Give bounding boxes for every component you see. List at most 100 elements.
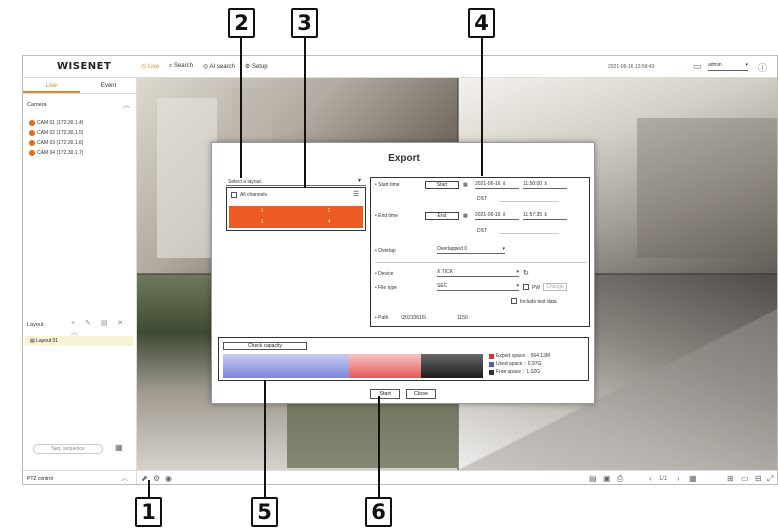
layout-grid-icon[interactable]: ▦ bbox=[689, 474, 697, 483]
chevron-down-icon: ▾ bbox=[516, 269, 519, 275]
capacity-section: Check capacity Export space : 564.13M Us… bbox=[218, 337, 589, 381]
callout-line-3 bbox=[304, 38, 306, 188]
callout-6: 6 bbox=[365, 497, 392, 527]
start-dst-field[interactable] bbox=[499, 194, 559, 202]
refresh-icon[interactable]: ↻ bbox=[523, 269, 529, 277]
device-label: • Device bbox=[375, 271, 394, 277]
quad-view-icon[interactable]: ⊟ bbox=[755, 474, 762, 483]
callout-line-6 bbox=[378, 396, 380, 497]
export-icon[interactable]: ⬈ bbox=[141, 474, 148, 483]
start-time-field[interactable]: 11:50:00 ⇕ bbox=[523, 181, 567, 189]
free-space-legend: Free space : 1.02G bbox=[489, 369, 540, 375]
top-menu: ◷ Live ⌕ Search ◎ AI search ⚙ Setup bbox=[141, 63, 268, 70]
start-dst-label: DST bbox=[477, 196, 487, 202]
page-indicator: 1/1 bbox=[659, 476, 668, 482]
legend-value: 0.97G bbox=[527, 361, 542, 367]
channel-cell[interactable]: 1 bbox=[229, 206, 295, 216]
end-time-field[interactable]: 11:57:35 ⇕ bbox=[523, 212, 567, 220]
callout-5: 5 bbox=[251, 497, 278, 527]
channel-selector: All channels ☰ 1 2 3 4 bbox=[226, 187, 366, 231]
include-text-data-checkbox[interactable] bbox=[511, 298, 517, 304]
camera-item[interactable]: CAM 03 (172.30.1.6) bbox=[29, 138, 83, 148]
chevron-down-icon: ▾ bbox=[745, 62, 748, 68]
legend-swatch bbox=[489, 369, 494, 375]
channel-cell[interactable]: 3 bbox=[229, 217, 295, 227]
bottom-toolbar: ⬈ ⚙ ◉ ▤ ▣ ⎙ ‹ 1/1 › ▦ ⊞ ▭ ⊟ ⤢ bbox=[137, 470, 777, 484]
close-button[interactable]: Close bbox=[406, 389, 436, 399]
end-dst-field[interactable] bbox=[499, 226, 559, 234]
layout-item[interactable]: ▤ Layout 01 bbox=[25, 336, 133, 346]
start-time-button[interactable]: Start bbox=[425, 181, 459, 189]
chevron-down-icon: ▾ bbox=[502, 246, 505, 252]
callout-line-4 bbox=[481, 38, 483, 176]
print-icon[interactable]: ⎙ bbox=[617, 474, 623, 484]
menu-live[interactable]: ◷ Live bbox=[141, 63, 159, 70]
start-date-field[interactable]: 2021-06-16 ⇕ bbox=[475, 181, 519, 189]
used-space-bar bbox=[223, 354, 349, 378]
menu-ai-search[interactable]: ◎ AI search bbox=[203, 63, 235, 70]
legend-label: Used space bbox=[496, 361, 523, 367]
camera-item[interactable]: CAM 04 (172.30.1.7) bbox=[29, 148, 83, 158]
monitor-icon[interactable]: ▭ bbox=[693, 61, 702, 72]
password-checkbox[interactable] bbox=[523, 284, 529, 290]
export-options-panel: • Start time Start ▦ 2021-06-16 ⇕ 11:50:… bbox=[370, 177, 590, 327]
start-export-button[interactable]: Start bbox=[370, 389, 400, 399]
layout-tool-icons[interactable]: + ✎ ▤ ✕ ︿ bbox=[71, 319, 136, 337]
all-channels-checkbox[interactable] bbox=[231, 192, 237, 198]
ptz-control-bar[interactable]: PTZ control ︿ bbox=[23, 470, 137, 484]
menu-icon[interactable]: ☰ bbox=[353, 190, 359, 198]
capture-icon[interactable]: ▣ bbox=[603, 474, 611, 483]
record-icon[interactable]: ◉ bbox=[165, 474, 172, 483]
tab-event[interactable]: Event bbox=[80, 78, 137, 93]
menu-search[interactable]: ⌕ Search bbox=[169, 63, 193, 70]
divider bbox=[375, 262, 587, 263]
export-space-bar bbox=[349, 354, 421, 378]
menu-setup-label: Setup bbox=[251, 64, 268, 70]
check-capacity-button[interactable]: Check capacity bbox=[223, 342, 307, 350]
callout-3: 3 bbox=[291, 8, 318, 38]
overlap-dropdown[interactable]: Overlapped 0 ▾ bbox=[437, 246, 505, 254]
end-dst-label: DST bbox=[477, 228, 487, 234]
end-date-field[interactable]: 2021-06-16 ⇕ bbox=[475, 212, 519, 220]
sequence-settings-icon[interactable]: ▦ bbox=[115, 443, 123, 452]
file-type-dropdown[interactable]: SEC ▾ bbox=[437, 283, 519, 291]
sidebar-tabs: Live Event bbox=[23, 78, 137, 94]
menu-ai-search-label: AI search bbox=[209, 64, 235, 70]
calendar-icon[interactable]: ▦ bbox=[463, 182, 468, 188]
tab-live[interactable]: Live bbox=[23, 78, 80, 93]
fullscreen-icon[interactable]: ⤢ bbox=[767, 474, 773, 484]
change-password-button[interactable]: Change bbox=[543, 283, 567, 291]
device-dropdown[interactable]: X TICK ▾ bbox=[437, 269, 519, 277]
top-bar: WISENET ◷ Live ⌕ Search ◎ AI search ⚙ Se… bbox=[23, 56, 777, 78]
export-dialog: Export Select a layout. ▾ All channels ☰… bbox=[211, 142, 595, 404]
channel-cell[interactable]: 2 bbox=[296, 206, 362, 216]
camera-item[interactable]: CAM 02 (172.30.1.5) bbox=[29, 128, 83, 138]
used-space-legend: Used space : 0.97G bbox=[489, 361, 541, 367]
channel-grid: 1 2 3 4 bbox=[229, 206, 363, 228]
layout-dropdown-icon[interactable]: ▾ bbox=[358, 177, 361, 184]
help-icon[interactable]: ⓘ bbox=[758, 61, 767, 74]
single-view-icon[interactable]: ▭ bbox=[741, 474, 749, 483]
calendar-icon[interactable]: ▦ bbox=[463, 213, 468, 219]
file-type-value: SEC bbox=[437, 283, 448, 289]
menu-setup[interactable]: ⚙ Setup bbox=[245, 63, 268, 70]
user-name: admin bbox=[708, 62, 722, 68]
collapse-icon[interactable]: ︿ bbox=[123, 100, 130, 110]
settings-icon[interactable]: ⚙ bbox=[153, 474, 160, 483]
split-view-icon[interactable]: ⊞ bbox=[727, 474, 734, 483]
ptz-control-label: PTZ control bbox=[27, 476, 53, 482]
user-dropdown[interactable]: admin ▾ bbox=[708, 62, 748, 71]
wisenet-logo: WISENET bbox=[57, 61, 112, 72]
legend-label: Free space bbox=[496, 369, 522, 375]
page-prev-icon[interactable]: ‹ bbox=[649, 474, 652, 483]
end-time-button[interactable]: End bbox=[425, 212, 459, 220]
start-time-label: • Start time bbox=[375, 182, 400, 188]
screen-icon[interactable]: ▤ bbox=[589, 474, 597, 483]
callout-line-1 bbox=[148, 480, 150, 497]
page-next-icon[interactable]: › bbox=[677, 474, 680, 483]
channel-cell[interactable]: 4 bbox=[296, 217, 362, 227]
sequence-button[interactable]: Seq. sequence bbox=[33, 444, 103, 454]
free-space-bar bbox=[421, 354, 483, 378]
end-date-value: 2021-06-16 bbox=[475, 212, 501, 218]
camera-item[interactable]: CAM 01 (172.30.1.4) bbox=[29, 118, 83, 128]
